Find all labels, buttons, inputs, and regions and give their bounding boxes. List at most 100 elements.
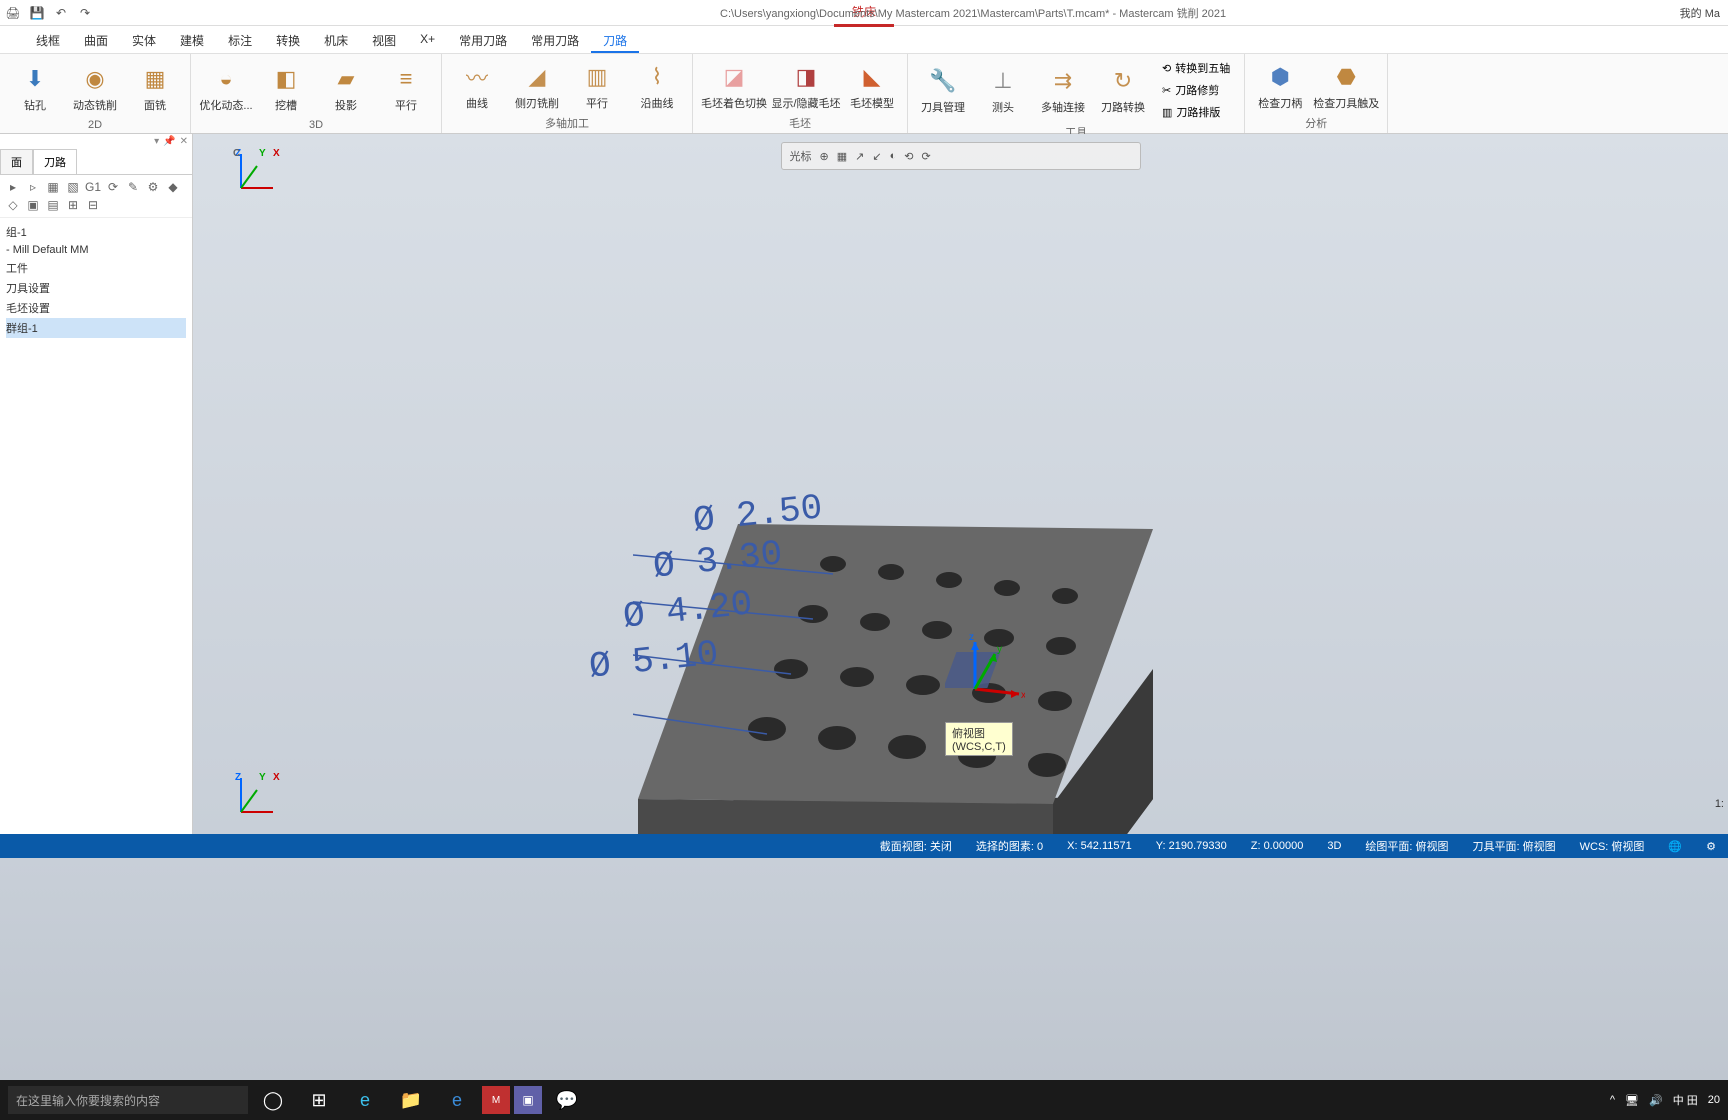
zoom-bar[interactable]: 1: [1715, 798, 1724, 810]
tree-item[interactable]: 工件 [6, 258, 186, 278]
menu-item-annotate[interactable]: 标注 [216, 26, 264, 53]
status-globe-icon[interactable]: 🌐 [1668, 840, 1682, 853]
group-title-2d: 2D [8, 117, 182, 133]
pt-icon-14[interactable]: ⊟ [84, 197, 102, 213]
ribbon-btn-face-mill[interactable]: ▦ 面铣 [128, 58, 182, 117]
operations-tree[interactable]: 组-1 - Mill Default MM 工件 刀具设置 毛坯设置 群组-1 [0, 218, 192, 342]
panel-tab-toolpath[interactable]: 刀路 [33, 149, 77, 174]
menu-item-solid[interactable]: 实体 [120, 26, 168, 53]
ribbon-btn-dynamic-mill[interactable]: ◉ 动态铣削 [68, 58, 122, 117]
status-cplane[interactable]: 绘图平面: 俯视图 [1365, 838, 1448, 854]
vp-tool-icon[interactable]: ⟲ [904, 150, 913, 163]
tool-mgr-icon: 🔧 [927, 65, 959, 97]
menu-item-0[interactable] [0, 26, 24, 53]
stack-nest[interactable]: ▥刀路排版 [1156, 102, 1236, 122]
ribbon-btn-swarf[interactable]: ◢ 侧刃铣削 [510, 58, 564, 113]
tree-item[interactable]: 毛坯设置 [6, 298, 186, 318]
print-icon[interactable]: 🖨 [4, 4, 22, 22]
wechat-icon[interactable]: 💬 [546, 1084, 588, 1116]
pt-icon-4[interactable]: ▧ [64, 179, 82, 195]
tray-network-icon[interactable]: 🖥 [1625, 1094, 1639, 1107]
tray-ime-text[interactable]: 中 田 [1673, 1092, 1698, 1108]
ribbon-btn-stock-shade[interactable]: ◪ 毛坯着色切换 [701, 58, 767, 113]
pt-icon-11[interactable]: ▣ [24, 197, 42, 213]
menu-item-transform[interactable]: 转换 [264, 26, 312, 53]
ribbon-btn-curve[interactable]: 〰 曲线 [450, 58, 504, 113]
menu-item-commontool1[interactable]: 常用刀路 [447, 26, 519, 53]
vp-tool-icon[interactable]: ↙ [872, 150, 881, 163]
ribbon-btn-probe[interactable]: ⊥ 测头 [976, 58, 1030, 122]
ribbon-btn-pocket[interactable]: ◧ 挖槽 [259, 58, 313, 117]
viewport-3d[interactable]: Z Y X C Z Y X 光标 ⊕ ▦ ↗ ↙ ◐ ⟲ ⟳ [193, 134, 1728, 834]
pt-icon-2[interactable]: ▹ [24, 179, 42, 195]
vp-tool-icon[interactable]: ◐ [890, 150, 897, 162]
stack-convert-5axis[interactable]: ⟲转换到五轴 [1156, 58, 1236, 78]
pt-icon-5[interactable]: G1 [84, 179, 102, 195]
status-section-view[interactable]: 截面视图: 关闭 [880, 838, 952, 854]
pt-icon-12[interactable]: ▤ [44, 197, 62, 213]
tree-item[interactable]: 刀具设置 [6, 278, 186, 298]
save-icon[interactable]: 💾 [28, 4, 46, 22]
stack-trim[interactable]: ✂刀路修剪 [1156, 80, 1236, 100]
status-wcs[interactable]: WCS: 俯视图 [1580, 838, 1645, 854]
vp-tool-icon[interactable]: ▦ [837, 150, 847, 163]
ribbon-btn-project[interactable]: ▰ 投影 [319, 58, 373, 117]
redo-icon[interactable]: ↷ [76, 4, 94, 22]
ribbon-btn-alongcurve[interactable]: ⌇ 沿曲线 [630, 58, 684, 113]
tray-sound-icon[interactable]: 🔊 [1649, 1094, 1663, 1107]
tray-clock[interactable]: 20 [1708, 1094, 1720, 1106]
undo-icon[interactable]: ↶ [52, 4, 70, 22]
ribbon-btn-multiaxis-link[interactable]: ⇉ 多轴连接 [1036, 58, 1090, 122]
ribbon-btn-check-holder[interactable]: ⬢ 检查刀柄 [1253, 58, 1307, 113]
panel-pin-icon[interactable]: 📌 [163, 136, 175, 147]
menu-item-surface[interactable]: 曲面 [72, 26, 120, 53]
menu-item-wireframe[interactable]: 线框 [24, 26, 72, 53]
pt-icon-3[interactable]: ▦ [44, 179, 62, 195]
tree-item[interactable]: 组-1 [6, 222, 186, 242]
ribbon-btn-stock-model[interactable]: ◣ 毛坯模型 [845, 58, 899, 113]
panel-tab-face[interactable]: 面 [0, 149, 33, 174]
menu-item-machine[interactable]: 机床 [312, 26, 360, 53]
taskbar-search[interactable]: 在这里输入你要搜索的内容 [8, 1086, 248, 1114]
start-icon[interactable]: ◯ [252, 1084, 294, 1116]
menu-item-xplus[interactable]: X+ [408, 26, 447, 53]
pt-icon-1[interactable]: ▸ [4, 179, 22, 195]
system-tray[interactable]: ^ 🖥 🔊 中 田 20 [1610, 1092, 1720, 1108]
ribbon-btn-tool-mgr[interactable]: 🔧 刀具管理 [916, 58, 970, 122]
viewport-floating-toolbar[interactable]: 光标 ⊕ ▦ ↗ ↙ ◐ ⟲ ⟳ [781, 142, 1141, 170]
panel-close-icon[interactable]: ✕ [180, 136, 188, 147]
status-tplane[interactable]: 刀具平面: 俯视图 [1473, 838, 1556, 854]
pt-icon-7[interactable]: ✎ [124, 179, 142, 195]
ribbon-btn-parallel[interactable]: ≡ 平行 [379, 58, 433, 117]
ribbon-btn-check-reach[interactable]: ⬣ 检查刀具触及 [1313, 58, 1379, 113]
vp-tool-icon[interactable]: ⊕ [820, 150, 829, 163]
ribbon-btn-opti-dynamic[interactable]: ◒ 优化动态... [199, 58, 253, 117]
vp-tool-icon[interactable]: ↗ [855, 150, 864, 163]
pt-icon-6[interactable]: ⟳ [104, 179, 122, 195]
pt-icon-8[interactable]: ⚙ [144, 179, 162, 195]
vp-tool-icon[interactable]: ⟳ [921, 150, 930, 163]
tree-item[interactable]: - Mill Default MM [6, 242, 186, 258]
edge-icon[interactable]: e [344, 1084, 386, 1116]
ribbon-btn-drill[interactable]: ⬇ 钻孔 [8, 58, 62, 117]
pt-icon-9[interactable]: ◆ [164, 179, 182, 195]
tray-chevron-icon[interactable]: ^ [1610, 1094, 1615, 1106]
status-3d[interactable]: 3D [1327, 840, 1341, 852]
app-icon-2[interactable]: ▣ [514, 1086, 542, 1114]
ribbon-btn-parallel-ma[interactable]: ▥ 平行 [570, 58, 624, 113]
ribbon-btn-stock-toggle[interactable]: ◨ 显示/隐藏毛坯 [773, 58, 839, 113]
pt-icon-13[interactable]: ⊞ [64, 197, 82, 213]
explorer-icon[interactable]: 📁 [390, 1084, 432, 1116]
menu-item-commontool2[interactable]: 常用刀路 [519, 26, 591, 53]
task-view-icon[interactable]: ⊞ [298, 1084, 340, 1116]
menu-item-toolpath[interactable]: 刀路 [591, 26, 639, 53]
app-icon-1[interactable]: M [482, 1086, 510, 1114]
menu-item-view[interactable]: 视图 [360, 26, 408, 53]
status-gear-icon[interactable]: ⚙ [1706, 840, 1716, 853]
pt-icon-10[interactable]: ◇ [4, 197, 22, 213]
menu-item-model[interactable]: 建模 [168, 26, 216, 53]
ie-icon[interactable]: e [436, 1084, 478, 1116]
tree-item-selected[interactable]: 群组-1 [6, 318, 186, 338]
panel-dropdown-icon[interactable]: ▾ [154, 136, 159, 147]
ribbon-btn-convert[interactable]: ↻ 刀路转换 [1096, 58, 1150, 122]
